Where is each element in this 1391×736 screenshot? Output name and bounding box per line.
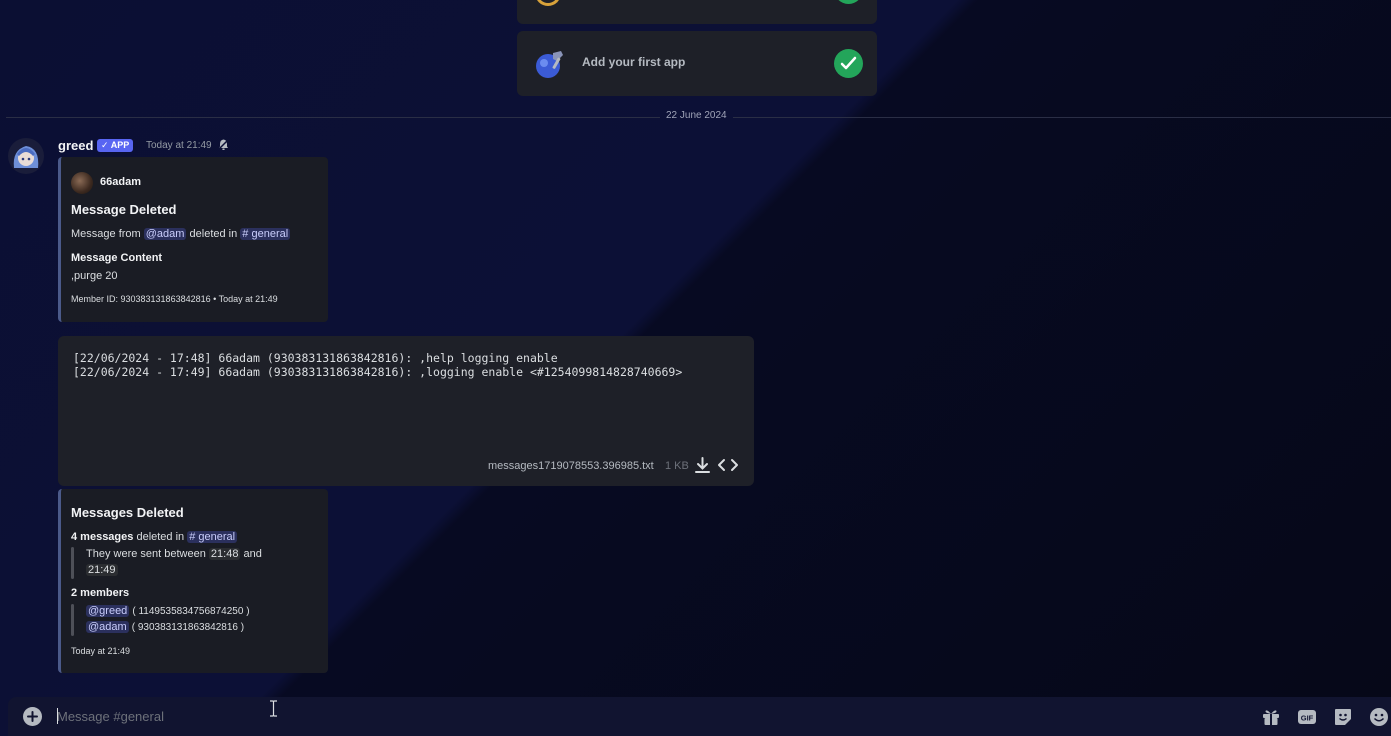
file-name[interactable]: messages1719078553.396985.txt xyxy=(488,460,654,472)
text-caret xyxy=(57,708,58,724)
time-range-end: 21:49 xyxy=(86,564,118,576)
range-and: and xyxy=(243,548,262,560)
check-icon xyxy=(834,49,863,78)
field-label-content: Message Content xyxy=(71,252,163,264)
verified-check-icon: ✓ xyxy=(101,140,109,150)
embed-messages-deleted: Messages Deleted 4 messages deleted in #… xyxy=(58,489,328,673)
embed-author-name[interactable]: 66adam xyxy=(100,176,141,188)
member-row: @greed ( 1149535834756874250 ) xyxy=(86,605,250,617)
message-author[interactable]: greed xyxy=(58,138,93,153)
embed-message-deleted: 66adam Message Deleted Message from @ada… xyxy=(58,157,328,322)
plus-circle-icon[interactable] xyxy=(23,707,42,726)
onboarding-add-app-label: Add your first app xyxy=(582,55,686,69)
file-line: [22/06/2024 - 17:49] 66adam (93038313186… xyxy=(73,365,683,379)
app-wrench-icon xyxy=(536,51,563,78)
app-badge: ✓ APP xyxy=(97,139,134,152)
onboarding-card-add-app[interactable]: Add your first app xyxy=(517,31,877,96)
embed-footer: Member ID: 930383131863842816 • Today at… xyxy=(71,294,278,304)
file-line: [22/06/2024 - 17:48] 66adam (93038313186… xyxy=(73,351,558,365)
description-middle: deleted in xyxy=(189,228,238,240)
onboarding-previous-icon xyxy=(535,0,561,6)
text-cursor-icon xyxy=(270,700,277,717)
embed-title: Message Deleted xyxy=(71,202,177,217)
gift-icon[interactable] xyxy=(1261,707,1281,727)
description-rest: deleted in xyxy=(136,531,185,543)
bell-muted-icon xyxy=(217,138,230,151)
field-value-content: ,purge 20 xyxy=(71,270,118,282)
time-range-line: They were sent between 21:48 and xyxy=(86,548,262,560)
member-id: ( 930383131863842816 ) xyxy=(131,622,245,633)
range-start: 21:48 xyxy=(208,548,241,560)
blockquote-bar xyxy=(71,604,74,636)
range-end: 21:49 xyxy=(86,564,118,576)
sticker-icon[interactable] xyxy=(1333,707,1353,727)
code-icon[interactable] xyxy=(717,457,739,473)
file-size: 1 KB xyxy=(665,460,689,472)
message-input[interactable] xyxy=(57,706,557,726)
channel-mention[interactable]: # general xyxy=(187,531,238,543)
download-icon[interactable] xyxy=(694,456,711,475)
range-prefix: They were sent between xyxy=(86,548,206,560)
file-attachment-preview: [22/06/2024 - 17:48] 66adam (93038313186… xyxy=(58,336,754,486)
avatar[interactable] xyxy=(8,138,44,174)
message-timestamp[interactable]: Today at 21:49 xyxy=(146,140,212,151)
embed-description: Message from @adam deleted in # general xyxy=(71,228,291,240)
member-id: ( 1149535834756874250 ) xyxy=(132,606,250,617)
user-mention[interactable]: @adam xyxy=(86,621,129,633)
description-prefix: Message from xyxy=(71,228,141,240)
embed-description: 4 messages deleted in # general xyxy=(71,531,238,543)
date-divider-label: 22 June 2024 xyxy=(660,110,733,121)
embed-title: Messages Deleted xyxy=(71,505,184,520)
onboarding-card-previous[interactable] xyxy=(517,0,877,24)
user-mention[interactable]: @greed xyxy=(86,605,130,617)
embed-footer: Today at 21:49 xyxy=(71,646,131,656)
message-composer: GIF xyxy=(8,697,1391,736)
user-mention[interactable]: @adam xyxy=(143,228,187,240)
app-badge-label: APP xyxy=(110,140,130,150)
check-icon xyxy=(834,0,863,4)
member-row: @adam ( 930383131863842816 ) xyxy=(86,621,244,633)
members-label: 2 members xyxy=(71,587,130,599)
blockquote-bar xyxy=(71,547,74,579)
deleted-count: 4 messages xyxy=(71,531,134,543)
svg-text:GIF: GIF xyxy=(1301,714,1314,723)
gif-icon[interactable]: GIF xyxy=(1297,707,1317,727)
emoji-icon[interactable] xyxy=(1369,707,1389,727)
channel-mention[interactable]: # general xyxy=(240,228,291,240)
embed-author-avatar xyxy=(71,172,93,194)
